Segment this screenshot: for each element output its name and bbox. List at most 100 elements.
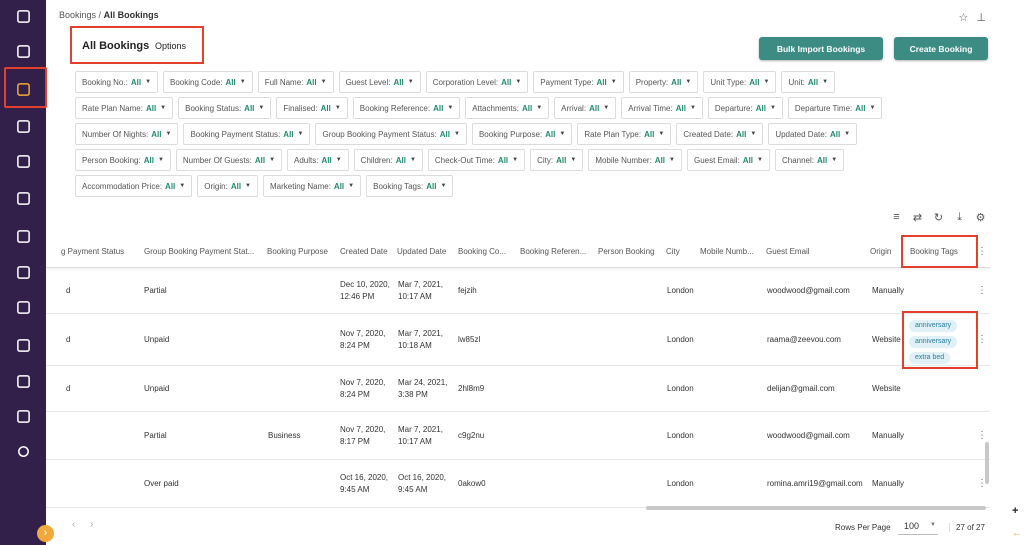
home-icon[interactable] [15,190,31,206]
filter-chip[interactable]: Booking Purpose: All ▼ [471,123,573,145]
settings-icon[interactable] [15,443,31,459]
tag-icon[interactable] [15,153,31,169]
filter-chip[interactable]: Departure: All ▼ [707,97,783,119]
star-icon[interactable]: ☆ [959,12,977,24]
chevron-down-icon: ▼ [409,157,416,163]
booking-code-cell: fejzih [458,286,477,295]
options-link[interactable]: Options [155,41,186,51]
filter-chip[interactable]: Rate Plan Name: All ▼ [75,97,174,119]
filter-chip[interactable]: Created Date: All ▼ [676,123,764,145]
column-header[interactable]: Mobile Numb... [700,247,754,256]
filter-chip[interactable]: Attachments: All ▼ [465,97,550,119]
payment-status-cell: d [66,335,71,344]
table-row[interactable]: Over paid Oct 16, 2020, 9:45 AM Oct 16, 202… [46,460,990,508]
filter-chip[interactable]: Marketing Name: All ▼ [263,175,362,197]
filter-value: All [321,155,332,165]
filter-chip[interactable]: Finalised: All ▼ [276,97,348,119]
calendar-icon[interactable] [15,43,31,59]
filter-chip[interactable]: Full Name: All ▼ [257,71,334,93]
rows-per-page-label: Rows Per Page [835,523,891,532]
create-booking-button[interactable]: Create Booking [894,37,988,60]
handshake-icon[interactable] [15,373,31,389]
filter-chip[interactable]: Arrival: All ▼ [554,97,617,119]
plus-icon[interactable]: + [1012,505,1018,517]
column-header[interactable]: Updated Date [397,247,446,256]
prev-page-icon[interactable]: ‹ [72,519,75,530]
filter-chip[interactable]: Unit Type: All ▼ [703,71,777,93]
arrow-left-icon[interactable]: ← [1012,528,1022,539]
filter-chip[interactable]: Accommodation Price: All ▼ [75,175,193,197]
filter-value: All [654,155,666,165]
megaphone-icon[interactable] [15,408,31,424]
filter-chip[interactable]: Number Of Guests: All ▼ [175,149,283,171]
filter-chip[interactable]: Booking Tags: All ▼ [366,175,454,197]
filter-chip[interactable]: Departure Time: All ▼ [787,97,883,119]
rows-per-page-select[interactable]: 100 ▼ [898,517,938,535]
filter-chip[interactable]: Property: All ▼ [628,71,699,93]
clipboard-icon[interactable] [15,299,31,315]
filter-chip[interactable]: Children: All ▼ [353,149,423,171]
column-header[interactable]: Created Date [340,247,388,256]
column-menu-icon[interactable]: ⋮ [977,246,987,257]
row-menu-icon[interactable]: ⋮ [977,430,987,441]
bulk-import-button[interactable]: Bulk Import Bookings [759,37,883,60]
breadcrumb-parent[interactable]: Bookings [59,10,96,20]
filter-chip[interactable]: Booking Status: All ▼ [178,97,272,119]
vertical-scrollbar[interactable] [985,442,989,484]
filter-chip[interactable]: Guest Email: All ▼ [686,149,770,171]
filter-chip[interactable]: Group Booking Payment Status: All ▼ [315,123,467,145]
column-header[interactable]: City [666,247,680,256]
filter-chip[interactable]: Booking Payment Status: All ▼ [183,123,311,145]
filter-chip[interactable]: Number Of Nights: All ▼ [75,123,179,145]
copy-icon[interactable] [15,264,31,280]
column-header[interactable]: Origin [870,247,891,256]
table-row[interactable]: d Unpaid Nov 7, 2020, 8:24 PM Mar 7, 2021, 10… [46,314,990,366]
row-menu-icon[interactable]: ⋮ [977,285,987,296]
filter-chip[interactable]: Booking No.: All ▼ [75,71,159,93]
filter-chip[interactable]: Booking Code: All ▼ [163,71,253,93]
user-icon[interactable] [15,228,31,244]
filter-chip[interactable]: Mobile Number: All ▼ [588,149,682,171]
download-icon[interactable]: ⤓ [949,211,970,224]
sync-icon[interactable]: ⇄ [907,211,928,224]
pin-icon[interactable]: ⊥ [976,12,994,24]
table-row[interactable]: d Unpaid Nov 7, 2020, 8:24 PM Mar 24, 2021, 3… [46,366,990,412]
gear-icon[interactable]: ⚙ [970,211,991,224]
filter-icon[interactable]: ≡ [886,211,907,224]
column-header[interactable]: Guest Email [766,247,810,256]
filter-chip[interactable]: Rate Plan Type: All ▼ [577,123,672,145]
table-row[interactable]: d Partial Dec 10, 2020, 12:46 PM Mar 7, 2021… [46,268,990,314]
refresh-icon[interactable]: ↻ [928,211,949,224]
filter-chip[interactable]: Arrival Time: All ▼ [621,97,703,119]
filter-chip[interactable]: Origin: All ▼ [197,175,258,197]
filter-chip[interactable]: Payment Type: All ▼ [533,71,624,93]
filter-value: All [644,129,655,139]
column-header[interactable]: Booking Purpose [267,247,328,256]
row-menu-icon[interactable]: ⋮ [977,334,987,345]
filter-chip[interactable]: Adults: All ▼ [287,149,349,171]
filter-label: Adults [294,155,317,165]
filter-chip[interactable]: Guest Level: All ▼ [338,71,421,93]
filter-chip[interactable]: Person Booking: All ▼ [75,149,171,171]
filter-chip[interactable]: Check-Out Time: All ▼ [427,149,526,171]
filter-chip[interactable]: Corporation Level: All ▼ [425,71,529,93]
column-header[interactable]: Person Booking [598,247,654,256]
filter-chip[interactable]: Booking Reference: All ▼ [352,97,461,119]
chat-icon[interactable] [15,8,31,24]
filter-chip[interactable]: City: All ▼ [530,149,584,171]
column-header[interactable]: Booking Co... [458,247,506,256]
next-page-icon[interactable]: › [90,519,93,530]
table-row[interactable]: Partial Business Nov 7, 2020, 8:17 PM Mar 7,… [46,412,990,460]
filter-chip[interactable]: Channel: All ▼ [774,149,845,171]
filter-value: All [395,155,406,165]
column-header[interactable]: Group Booking Payment Stat... [144,247,254,256]
analytics-icon[interactable] [15,337,31,353]
horizontal-scrollbar[interactable] [646,506,986,510]
column-header[interactable]: g Payment Status [61,247,124,256]
filter-chip[interactable]: Updated Date: All ▼ [768,123,858,145]
filter-label: Booking Payment Status [190,129,279,139]
bookings-icon[interactable] [15,81,31,97]
filter-chip[interactable]: Unit: All ▼ [781,71,836,93]
column-header[interactable]: Booking Referen... [520,247,586,256]
checklist-icon[interactable] [15,118,31,134]
